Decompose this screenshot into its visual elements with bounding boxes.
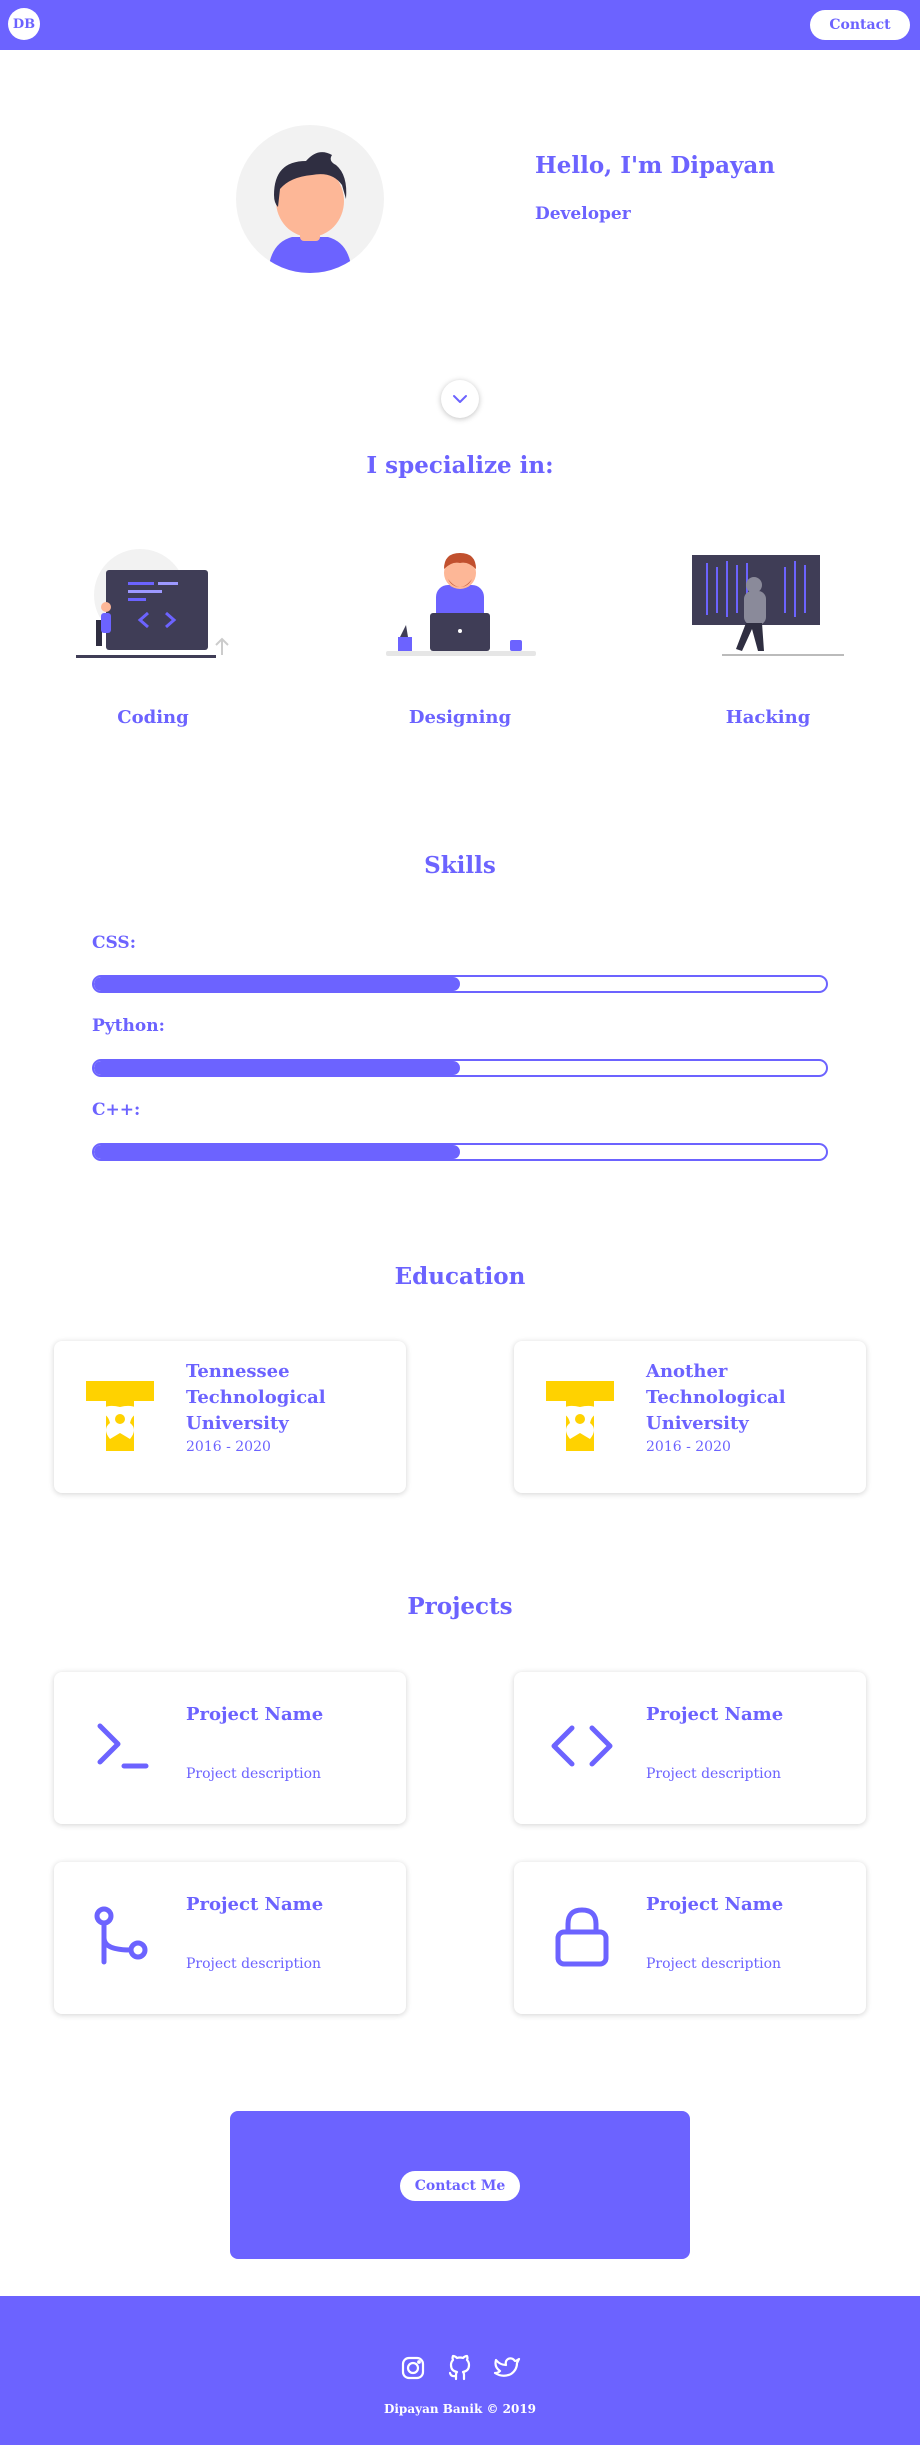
specialize-designing-label: Designing: [408, 707, 512, 728]
skill-progress-bar: [92, 1059, 828, 1077]
education-school-name: Another Technological University: [646, 1361, 786, 1434]
education-school-name: Tennessee Technological University: [186, 1361, 326, 1434]
logo[interactable]: DB: [8, 8, 40, 40]
nav-contact-button[interactable]: Contact: [810, 10, 910, 40]
github-icon[interactable]: [446, 2354, 474, 2382]
skill-label: CSS:: [92, 933, 136, 953]
chevron-down-icon: [453, 395, 467, 403]
specialize-title: I specialize in:: [366, 452, 554, 479]
project-name: Project Name: [646, 1704, 784, 1725]
project-card[interactable]: Project Name Project description: [54, 1672, 406, 1824]
hero-role: Developer: [535, 204, 631, 224]
project-name: Project Name: [186, 1704, 324, 1725]
twitter-icon[interactable]: [493, 2354, 521, 2382]
university-logo-icon: [544, 1379, 616, 1455]
project-name: Project Name: [186, 1894, 324, 1915]
skill-label: C++:: [92, 1100, 141, 1120]
contact-section: Contact Me: [230, 2111, 690, 2259]
project-card[interactable]: Project Name Project description: [54, 1862, 406, 2014]
scroll-down-button[interactable]: [441, 380, 479, 418]
projects-title: Projects: [407, 1593, 513, 1620]
skill-progress-bar: [92, 975, 828, 993]
instagram-icon[interactable]: [399, 2354, 427, 2382]
terminal-icon: [90, 1714, 154, 1778]
lock-icon: [550, 1904, 614, 1968]
hacking-illustration: [688, 545, 848, 665]
university-logo-icon: [84, 1379, 156, 1455]
skill-progress-bar: [92, 1143, 828, 1161]
footer: Dipayan Banik © 2019: [0, 2296, 920, 2445]
project-name: Project Name: [646, 1894, 784, 1915]
skill-progress-fill: [94, 1061, 460, 1075]
specialize-coding-label: Coding: [117, 707, 189, 728]
skills-title: Skills: [424, 852, 496, 879]
project-card[interactable]: Project Name Project description: [514, 1672, 866, 1824]
education-card[interactable]: Tennessee Technological University 2016 …: [54, 1341, 406, 1493]
project-description: Project description: [186, 1956, 322, 1972]
specialize-hacking-label: Hacking: [725, 707, 811, 728]
designing-illustration: [380, 545, 540, 665]
project-card[interactable]: Project Name Project description: [514, 1862, 866, 2014]
hero-greeting: Hello, I'm Dipayan: [535, 152, 775, 179]
git-branch-icon: [90, 1904, 154, 1968]
navbar: DB Contact: [0, 0, 920, 50]
skill-label: Python:: [92, 1016, 165, 1036]
project-description: Project description: [646, 1956, 782, 1972]
copyright-text: Dipayan Banik © 2019: [383, 2402, 537, 2416]
project-description: Project description: [186, 1766, 322, 1782]
education-card[interactable]: Another Technological University 2016 - …: [514, 1341, 866, 1493]
education-title: Education: [394, 1263, 526, 1290]
code-icon: [550, 1714, 614, 1778]
coding-illustration: [74, 545, 234, 665]
education-years: 2016 - 2020: [186, 1439, 271, 1455]
project-description: Project description: [646, 1766, 782, 1782]
education-years: 2016 - 2020: [646, 1439, 731, 1455]
avatar-icon: [268, 152, 352, 273]
avatar: [236, 125, 384, 273]
skill-progress-fill: [94, 1145, 460, 1159]
skill-progress-fill: [94, 977, 460, 991]
contact-me-button[interactable]: Contact Me: [400, 2171, 520, 2201]
